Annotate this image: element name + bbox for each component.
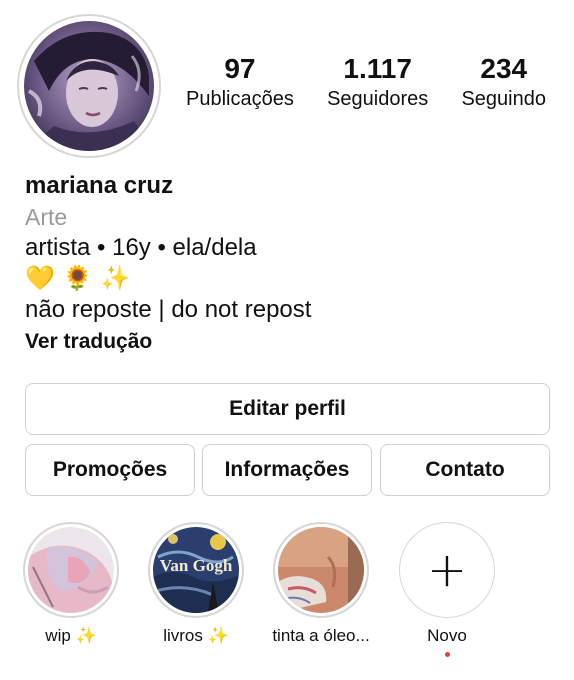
highlight-cover-ring bbox=[23, 522, 119, 618]
highlight-cover-ring bbox=[273, 522, 369, 618]
highlight-cover-ring: Van Gogh bbox=[148, 522, 244, 618]
see-translation-link[interactable]: Ver tradução bbox=[25, 327, 311, 357]
yellow-heart-icon: 💛 bbox=[25, 265, 55, 292]
highlight-label: livros ✨ bbox=[163, 626, 229, 645]
following-label: Seguindo bbox=[461, 88, 546, 110]
highlight-cover-text: Van Gogh bbox=[160, 556, 233, 575]
posts-stat[interactable]: 97 Publicações bbox=[186, 52, 294, 112]
new-highlight-button[interactable]: + Novo bbox=[382, 522, 512, 657]
bio-line-1: artista • 16y • ela/dela bbox=[25, 234, 257, 261]
bio-line-3: não reposte | do not repost bbox=[25, 296, 312, 323]
following-stat[interactable]: 234 Seguindo bbox=[461, 52, 546, 112]
notification-dot bbox=[444, 652, 450, 657]
promotions-button[interactable]: Promoções bbox=[25, 444, 195, 496]
highlight-cover-image bbox=[278, 527, 364, 613]
profile-avatar-ring[interactable] bbox=[17, 14, 161, 158]
sparkles-icon: ✨ bbox=[100, 265, 131, 292]
profile-stats: 97 Publicações 1.117 Seguidores 234 Segu… bbox=[186, 52, 546, 112]
sunflower-icon: 🌻 bbox=[62, 265, 93, 292]
new-highlight-label: Novo bbox=[427, 626, 467, 645]
highlight-oil-paint[interactable]: tinta a óleo... bbox=[256, 522, 386, 646]
followers-count: 1.117 bbox=[343, 53, 412, 84]
highlight-cover-image bbox=[28, 527, 114, 613]
new-highlight-ring: + bbox=[399, 522, 495, 618]
highlight-wip[interactable]: wip ✨ bbox=[6, 522, 136, 646]
plus-icon: + bbox=[426, 542, 468, 598]
highlight-label: tinta a óleo... bbox=[272, 626, 370, 645]
posts-count: 97 bbox=[224, 53, 256, 84]
followers-stat[interactable]: 1.117 Seguidores bbox=[327, 52, 428, 112]
following-count: 234 bbox=[480, 53, 528, 84]
bio-emojis: 💛 🌻 ✨ bbox=[25, 263, 311, 294]
highlight-cover-image: Van Gogh bbox=[153, 527, 239, 613]
profile-bio: mariana cruz Arte artista • 16y • ela/de… bbox=[25, 170, 311, 357]
edit-profile-button[interactable]: Editar perfil bbox=[25, 383, 550, 435]
highlight-books[interactable]: Van Gogh livros ✨ bbox=[131, 522, 261, 646]
insights-button[interactable]: Informações bbox=[202, 444, 372, 496]
profile-name: mariana cruz bbox=[25, 172, 174, 199]
profile-category: Arte bbox=[25, 204, 68, 230]
highlight-label: wip ✨ bbox=[45, 626, 97, 645]
contact-button[interactable]: Contato bbox=[380, 444, 550, 496]
profile-avatar bbox=[24, 21, 154, 151]
posts-label: Publicações bbox=[186, 88, 294, 110]
followers-label: Seguidores bbox=[327, 88, 429, 110]
